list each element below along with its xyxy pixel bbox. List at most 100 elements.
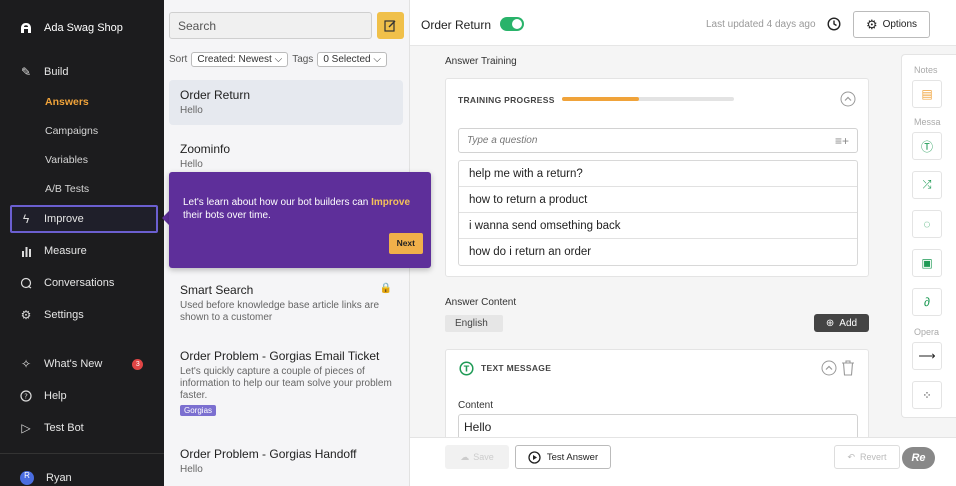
film-icon: ▣ [921, 256, 933, 270]
trash-icon[interactable] [841, 360, 855, 376]
tooltip-highlight: Improve [371, 197, 411, 208]
page-title: Order Return [421, 18, 492, 32]
nav-answers[interactable]: Answers [45, 96, 89, 108]
re-logo: Re [902, 447, 935, 469]
svg-text:?: ? [24, 393, 28, 401]
handoff-block-button[interactable]: ⟶ [912, 342, 942, 370]
last-updated-text: Last updated 4 days ago [706, 19, 816, 30]
text-message-block: T TEXT MESSAGE Content Hello [445, 349, 869, 449]
nav-whats-new[interactable]: ✧ What's New 3 [0, 350, 164, 378]
tag-badge: Gorgias [180, 405, 217, 416]
content-value: Hello [464, 420, 492, 434]
revert-label: Revert [860, 452, 887, 462]
lock-icon: 🔒 [379, 283, 392, 294]
list-item[interactable]: Order Problem - Gorgias Handoff Hello [169, 439, 403, 484]
undo-icon: ↶ [847, 451, 856, 462]
globe-icon: ⊕ [825, 317, 835, 329]
options-button[interactable]: ⚙ Options [853, 11, 930, 38]
nav-variables[interactable]: Variables [45, 154, 88, 166]
list-item-subtitle: Used before knowledge base article links… [180, 300, 379, 323]
play-icon [528, 450, 541, 464]
nav-improve-label: Improve [44, 213, 84, 225]
training-question[interactable]: how to return a product [459, 187, 857, 213]
notification-badge: 3 [132, 358, 144, 370]
training-progress-fill [562, 97, 640, 101]
add-list-icon[interactable]: ≡+ [835, 134, 849, 148]
tags-select[interactable]: 0 Selected ⌵ [317, 51, 387, 67]
list-item[interactable]: Order Problem - Gorgias Email Ticket Let… [169, 341, 403, 424]
nav-ab-tests[interactable]: A/B Tests [45, 183, 89, 195]
apps-block-button[interactable]: ⁘ [912, 381, 942, 409]
nav-test-bot-label: Test Bot [44, 422, 84, 434]
language-tab[interactable]: English [445, 315, 503, 332]
tooltip-next-button[interactable]: Next [388, 233, 423, 254]
onboarding-tooltip: Let's learn about how our bot builders c… [169, 172, 431, 268]
nav-conversations-label: Conversations [44, 277, 115, 289]
tools-icon: ✎ [20, 65, 32, 79]
nav-user[interactable]: R Ryan [0, 464, 164, 486]
list-item-title: Order Return [180, 88, 251, 102]
add-label: Add [839, 317, 858, 329]
list-item-title: Order Problem - Gorgias Handoff [180, 447, 357, 461]
text-message-icon: T [459, 361, 474, 376]
list-item-subtitle: Hello [180, 105, 203, 116]
training-progress-bar [562, 97, 734, 101]
search-input[interactable]: Search [169, 12, 372, 39]
capture-block-button[interactable]: ◌ [912, 210, 942, 238]
quick-replies-button[interactable]: ⤮ [912, 171, 942, 199]
toolbox-notes-label: Notes [914, 65, 938, 75]
tooltip-text: Let's learn about how our bot builders c… [183, 197, 372, 208]
test-answer-button[interactable]: Test Answer [515, 445, 611, 469]
nav-settings[interactable]: ⚙ Settings [0, 301, 164, 329]
toolbox-messages-label: Messa [914, 117, 941, 127]
link-block-button[interactable]: ∂ [912, 288, 942, 316]
question-input[interactable]: Type a question ≡+ [458, 128, 858, 153]
collapse-icon[interactable] [821, 360, 837, 376]
play-icon: ▷ [21, 421, 31, 435]
tooltip-text-end: their bots over time. [183, 210, 271, 221]
list-item-subtitle: Hello [180, 464, 203, 475]
link-icon: ∂ [924, 295, 930, 309]
block-toolbox: Notes ▤ Messa Ⓣ ⤮ ◌ ▣ ∂ Opera ⟶ ⁘ [901, 54, 956, 418]
text-block-button[interactable]: Ⓣ [912, 132, 942, 160]
nav-test-bot[interactable]: ▷ Test Bot [0, 414, 164, 442]
note-block-button[interactable]: ▤ [912, 80, 942, 108]
nav-help[interactable]: ? Help [0, 382, 164, 410]
revert-button[interactable]: ↶ Revert [834, 445, 900, 469]
nav-build[interactable]: ✎ Build [0, 58, 164, 86]
note-icon: ▤ [921, 87, 933, 101]
test-answer-label: Test Answer [546, 451, 599, 463]
collapse-icon[interactable] [840, 91, 856, 107]
add-language-button[interactable]: ⊕ Add [814, 314, 869, 332]
media-block-button[interactable]: ▣ [912, 249, 942, 277]
toolbox-operations-label: Opera [914, 327, 940, 337]
save-button[interactable]: ☁ Save [445, 445, 509, 469]
edit-icon [384, 20, 396, 32]
nav-conversations[interactable]: Conversations [0, 269, 164, 297]
nav-improve[interactable]: ϟ Improve [10, 205, 158, 233]
sidebar-divider [0, 453, 164, 454]
list-item[interactable]: Order Return Hello [169, 80, 403, 125]
nav-measure[interactable]: Measure [0, 237, 164, 265]
chat-icon [20, 277, 32, 289]
nav-campaigns[interactable]: Campaigns [45, 125, 98, 137]
training-question[interactable]: i wanna send omsething back [459, 213, 857, 239]
answer-active-toggle[interactable] [500, 17, 524, 31]
cloud-icon: ☁ [460, 451, 470, 462]
brand[interactable]: Ada Swag Shop [0, 0, 164, 56]
list-item[interactable]: Smart Search 🔒 Used before knowledge base… [169, 275, 403, 332]
list-item-title: Order Problem - Gorgias Email Ticket [180, 349, 380, 363]
sort-select[interactable]: Created: Newest ⌵ [191, 51, 289, 67]
training-question[interactable]: how do i return an order [459, 239, 857, 265]
nav-settings-label: Settings [44, 309, 84, 321]
options-label: Options [882, 19, 918, 30]
bolt-icon: ϟ [22, 212, 30, 226]
training-question[interactable]: help me with a return? [459, 161, 857, 187]
clock-icon[interactable] [827, 17, 841, 31]
new-answer-button[interactable] [377, 12, 404, 39]
tooltip-arrow [162, 211, 169, 225]
list-item-subtitle: Hello [180, 159, 203, 170]
answer-content-heading: Answer Content [445, 297, 517, 308]
content-label: Content [458, 400, 494, 411]
bar-chart-icon [20, 246, 32, 257]
